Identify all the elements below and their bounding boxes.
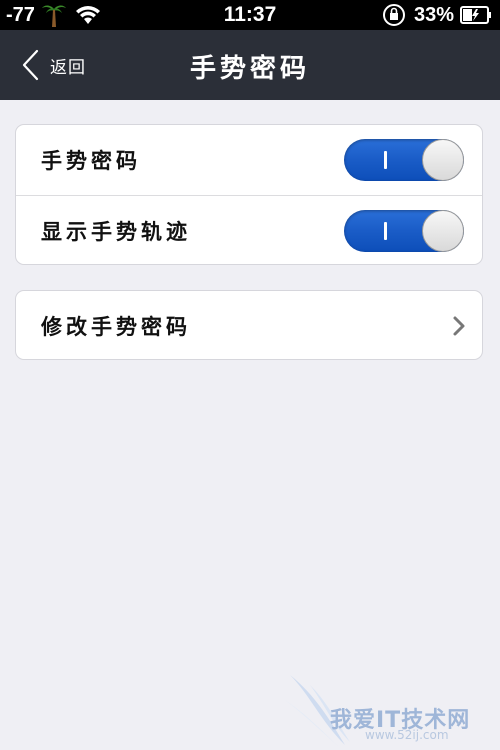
toggle-on-mark: [384, 222, 387, 240]
settings-group-modify: 修改手势密码: [15, 290, 483, 360]
modify-gesture-password-row[interactable]: 修改手势密码: [16, 291, 482, 361]
watermark-url: www.52ij.com: [365, 728, 449, 742]
rotation-lock-icon: [382, 4, 405, 26]
page-title: 手势密码: [189, 54, 310, 84]
show-trace-row: 显示手势轨迹: [16, 195, 482, 265]
status-bar: -77 11:37 33%: [0, 0, 500, 30]
chevron-right-icon: [453, 316, 465, 336]
modify-gesture-password-label: 修改手势密码: [41, 314, 191, 339]
gesture-password-label: 手势密码: [41, 148, 141, 173]
settings-group-toggles: 手势密码 显示手势轨迹: [15, 124, 483, 265]
gesture-password-row: 手势密码: [16, 125, 482, 195]
show-trace-label: 显示手势轨迹: [41, 218, 191, 244]
battery-charging-icon: [460, 6, 491, 24]
nav-bar: 返回 手势密码: [0, 30, 500, 100]
battery-percent: 33%: [413, 3, 454, 26]
status-right: 33%: [382, 3, 492, 27]
toggle-on-mark: [384, 151, 387, 169]
gesture-password-toggle[interactable]: [344, 139, 464, 181]
toggle-knob: [422, 210, 464, 252]
toggle-knob: [422, 139, 464, 181]
show-trace-toggle[interactable]: [344, 210, 464, 252]
